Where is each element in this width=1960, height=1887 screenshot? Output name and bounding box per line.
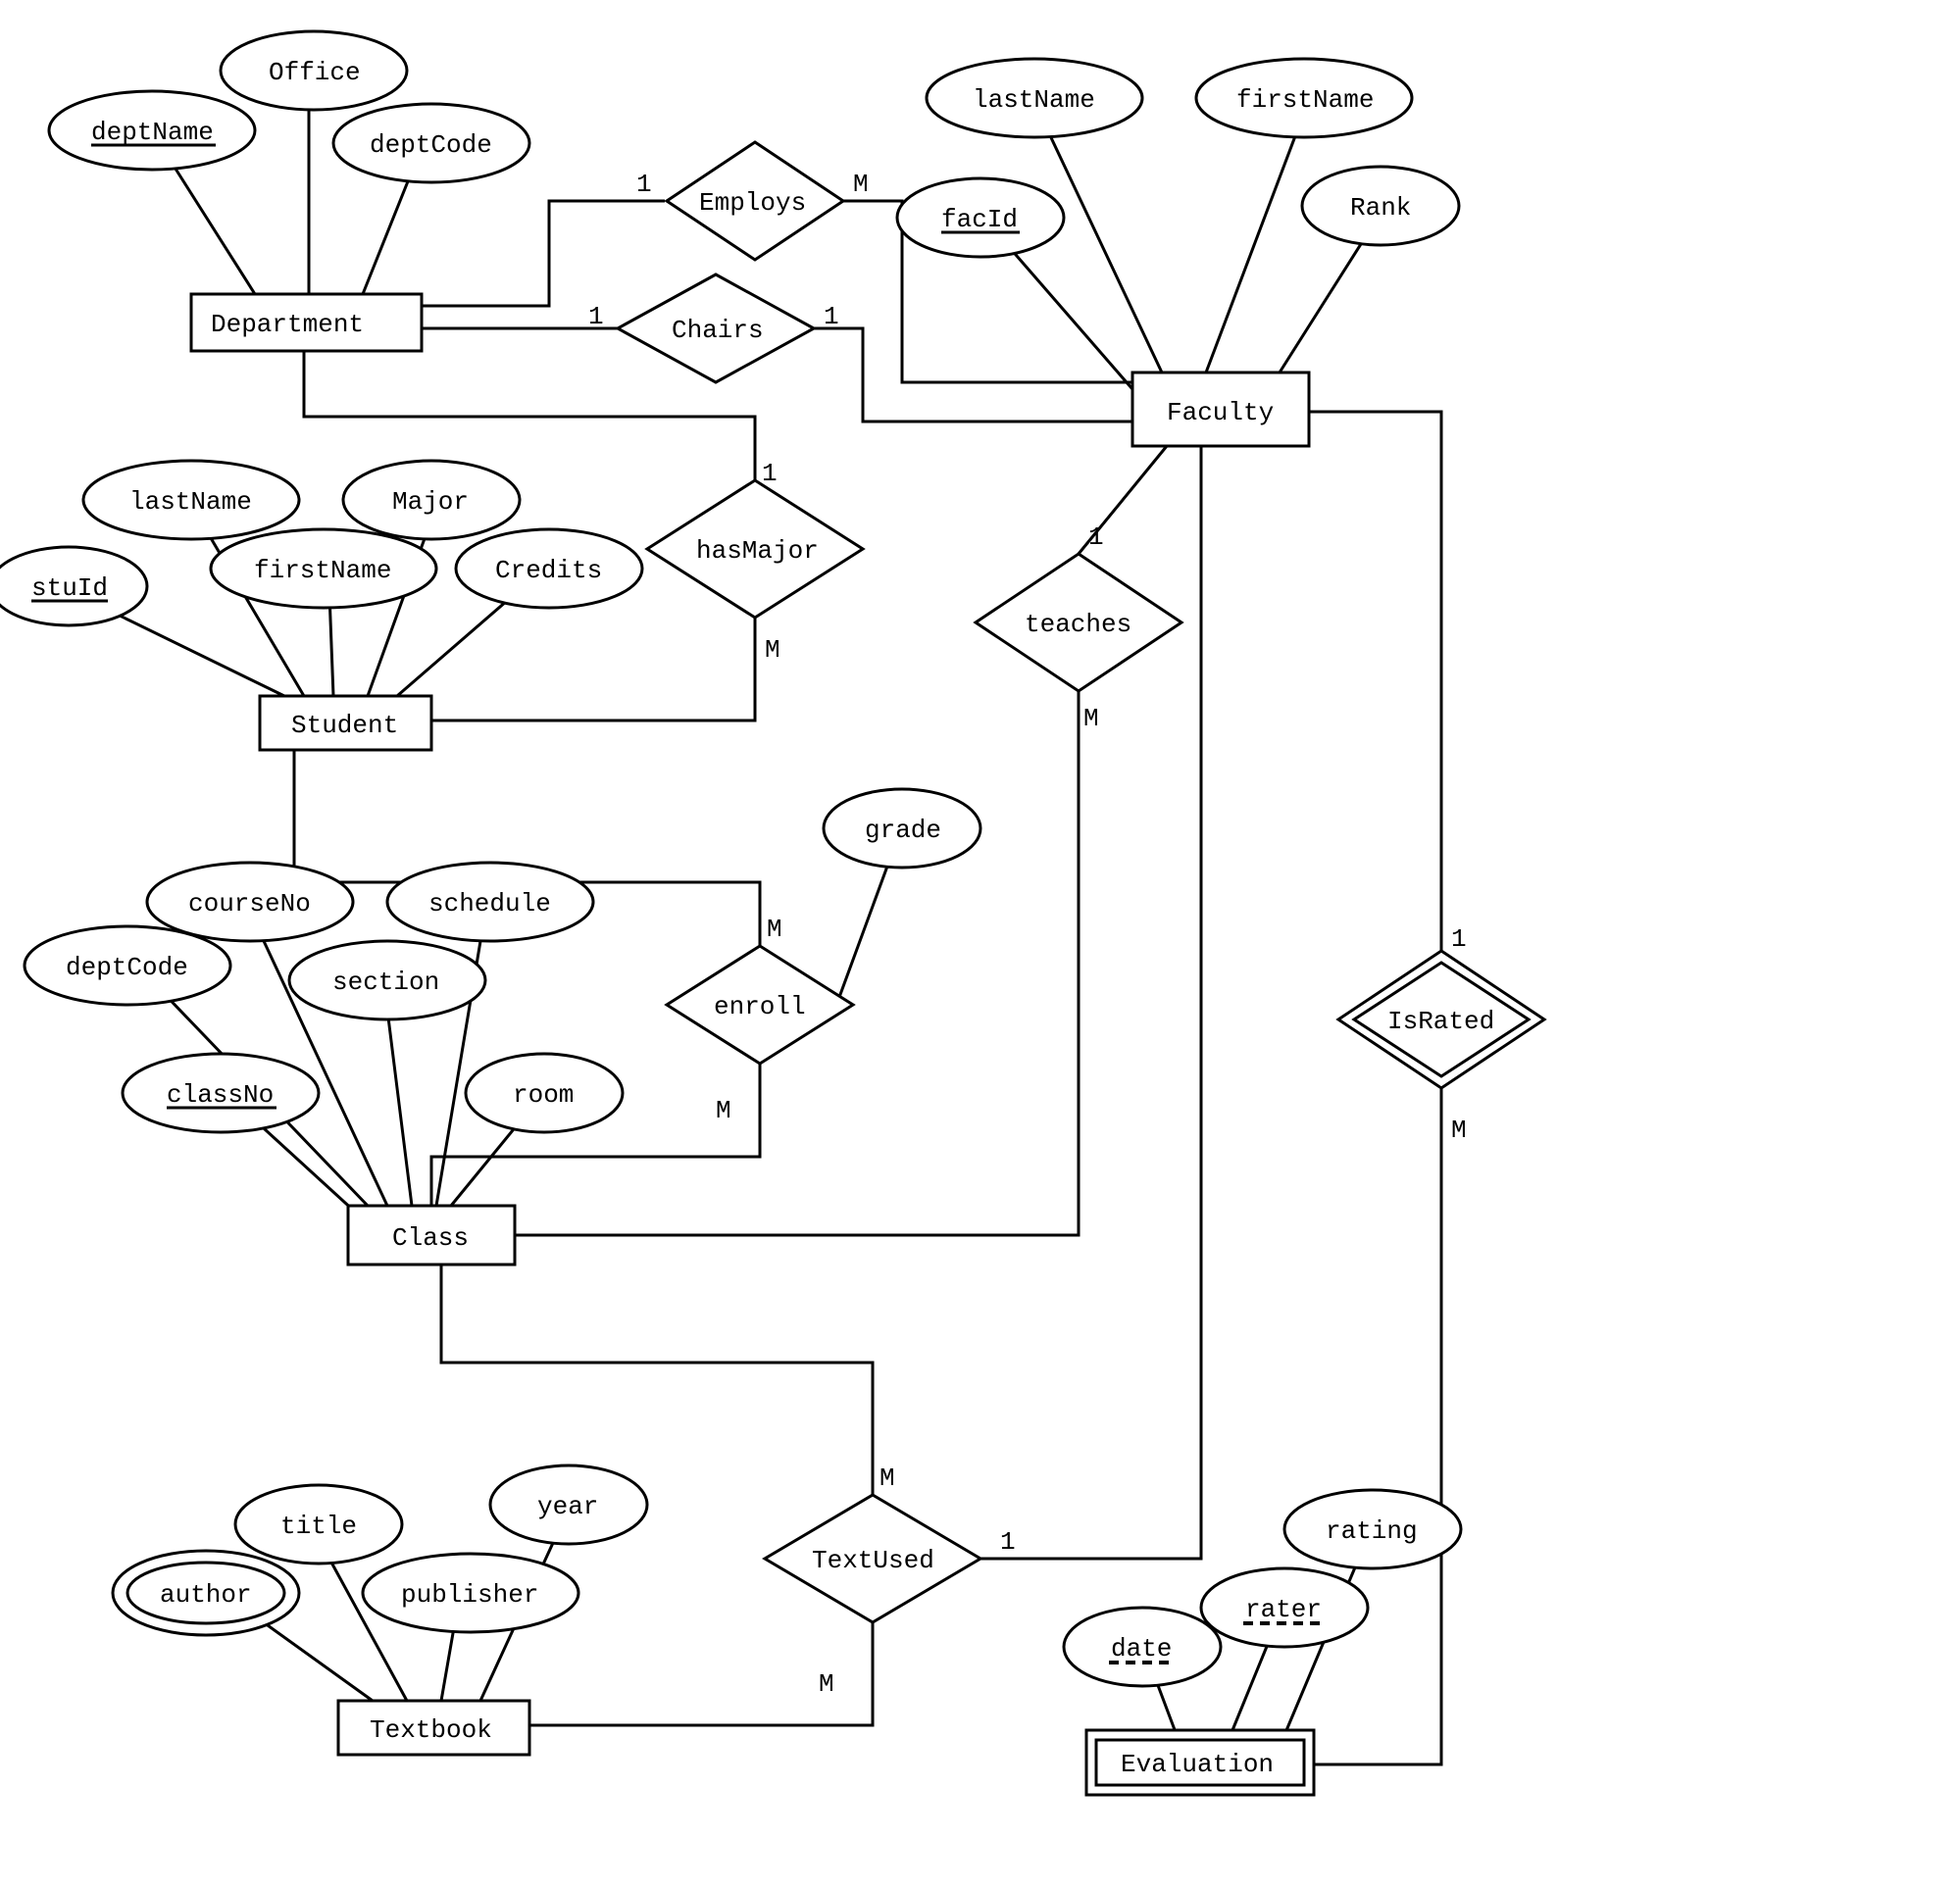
attr-stu-lastname: lastName xyxy=(83,461,299,539)
svg-text:lastName: lastName xyxy=(973,85,1095,115)
entity-evaluation: Evaluation xyxy=(1086,1730,1314,1795)
svg-text:date: date xyxy=(1111,1634,1172,1664)
svg-text:courseNo: courseNo xyxy=(188,889,311,919)
attr-dept-deptcode: deptCode xyxy=(333,104,529,182)
svg-text:stuId: stuId xyxy=(31,573,108,603)
rel-teaches: teaches xyxy=(976,554,1181,691)
svg-text:firstName: firstName xyxy=(1236,85,1374,115)
svg-text:publisher: publisher xyxy=(401,1580,538,1610)
card-chairs-dept: 1 xyxy=(588,302,604,331)
rel-israted: IsRated xyxy=(1338,951,1544,1088)
attr-dept-deptname: deptName xyxy=(49,91,255,170)
card-israted-fac: 1 xyxy=(1451,924,1467,954)
attr-text-year: year xyxy=(490,1465,647,1544)
svg-text:grade: grade xyxy=(865,816,941,845)
card-textused-cls: M xyxy=(879,1464,895,1493)
card-israted-eval: M xyxy=(1451,1116,1467,1145)
attr-eval-date: date xyxy=(1064,1608,1221,1686)
svg-text:deptCode: deptCode xyxy=(66,953,188,982)
svg-text:Evaluation: Evaluation xyxy=(1121,1750,1274,1779)
svg-text:year: year xyxy=(537,1492,598,1521)
card-hasmajor-dept: 1 xyxy=(762,459,778,488)
attr-class-classno: classNo xyxy=(123,1054,319,1132)
svg-text:Class: Class xyxy=(392,1223,469,1253)
card-chairs-fac: 1 xyxy=(824,302,839,331)
svg-text:rating: rating xyxy=(1326,1516,1418,1546)
card-teaches-cls: M xyxy=(1083,704,1099,733)
rel-hasmajor: hasMajor xyxy=(647,480,863,618)
svg-text:Rank: Rank xyxy=(1350,193,1411,223)
card-enroll-cls: M xyxy=(716,1096,731,1125)
svg-text:TextUsed: TextUsed xyxy=(812,1546,934,1575)
svg-text:Faculty: Faculty xyxy=(1167,398,1274,427)
svg-text:Chairs: Chairs xyxy=(672,316,764,345)
attr-fac-facid: facId xyxy=(897,178,1064,257)
svg-text:IsRated: IsRated xyxy=(1387,1007,1494,1036)
attr-class-room: room xyxy=(466,1054,623,1132)
svg-text:facId: facId xyxy=(941,205,1018,234)
card-textused-fac: 1 xyxy=(1000,1527,1016,1557)
svg-text:rater: rater xyxy=(1245,1595,1322,1624)
svg-text:Credits: Credits xyxy=(495,556,602,585)
svg-text:Employs: Employs xyxy=(699,188,806,218)
card-enroll-stu: M xyxy=(767,915,782,944)
attr-stu-credits: Credits xyxy=(456,529,642,608)
cardinality-labels: 1 M 1 1 1 M M M 1 M M M 1 1 M xyxy=(588,170,1467,1699)
card-teaches-fac: 1 xyxy=(1088,522,1104,552)
rel-employs: Employs xyxy=(667,142,843,260)
svg-text:Student: Student xyxy=(291,711,398,740)
attr-class-schedule: schedule xyxy=(387,863,593,941)
svg-text:deptName: deptName xyxy=(91,118,214,147)
rel-enroll: enroll xyxy=(667,946,853,1064)
card-employs-dept: 1 xyxy=(636,170,652,199)
attr-stu-firstname: firstName xyxy=(211,529,436,608)
svg-text:hasMajor: hasMajor xyxy=(696,536,819,566)
svg-text:Department: Department xyxy=(211,310,364,339)
svg-text:enroll: enroll xyxy=(714,992,806,1021)
attr-dept-office: Office xyxy=(221,31,407,110)
attr-class-section: section xyxy=(289,941,485,1019)
entity-faculty: Faculty xyxy=(1132,372,1309,446)
svg-text:Office: Office xyxy=(269,58,361,87)
attr-text-title: title xyxy=(235,1485,402,1564)
entity-student: Student xyxy=(260,696,431,750)
card-textused-txt: M xyxy=(819,1669,834,1699)
attr-fac-rank: Rank xyxy=(1302,167,1459,245)
rel-textused: TextUsed xyxy=(765,1495,980,1622)
svg-text:schedule: schedule xyxy=(428,889,551,919)
svg-text:classNo: classNo xyxy=(167,1080,274,1110)
er-diagram: 1 M 1 1 1 M M M 1 M M M 1 1 M Department… xyxy=(0,0,1960,1887)
attr-fac-firstname: firstName xyxy=(1196,59,1412,137)
attr-class-courseno: courseNo xyxy=(147,863,353,941)
entity-department: Department xyxy=(191,294,422,351)
entity-textbook: Textbook xyxy=(338,1701,529,1755)
svg-text:section: section xyxy=(332,968,439,997)
svg-text:Major: Major xyxy=(392,487,469,517)
svg-text:author: author xyxy=(160,1580,252,1610)
svg-text:Textbook: Textbook xyxy=(370,1715,492,1745)
svg-text:deptCode: deptCode xyxy=(370,130,492,160)
attr-eval-rater: rater xyxy=(1201,1568,1368,1647)
attr-stu-stuid: stuId xyxy=(0,547,147,625)
attr-text-author: author xyxy=(113,1551,299,1635)
svg-text:lastName: lastName xyxy=(129,487,252,517)
svg-text:firstName: firstName xyxy=(254,556,391,585)
svg-text:title: title xyxy=(280,1512,357,1541)
attr-fac-lastname: lastName xyxy=(927,59,1142,137)
attr-text-publisher: publisher xyxy=(363,1554,578,1632)
entity-class: Class xyxy=(348,1206,515,1265)
svg-text:room: room xyxy=(513,1080,574,1110)
attr-eval-rating: rating xyxy=(1284,1490,1461,1568)
card-employs-fac: M xyxy=(853,170,869,199)
attr-stu-major: Major xyxy=(343,461,520,539)
svg-text:teaches: teaches xyxy=(1025,610,1131,639)
rel-chairs: Chairs xyxy=(618,274,814,382)
attr-enroll-grade: grade xyxy=(824,789,980,868)
attr-class-deptcode: deptCode xyxy=(25,926,230,1005)
card-hasmajor-stu: M xyxy=(765,635,780,665)
